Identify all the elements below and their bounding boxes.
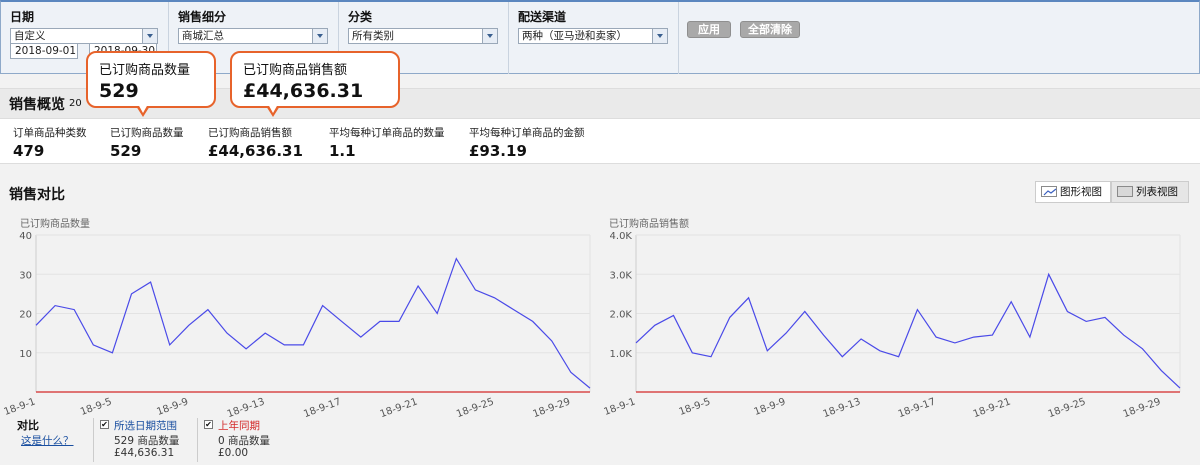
legend-title: 对比 (17, 419, 39, 432)
x-tick-label: 18-9-9 (155, 396, 189, 418)
x-tick-label: 18-9-29 (531, 396, 571, 420)
y-tick-label: 20 (19, 310, 32, 321)
x-tick-label: 18-9-29 (1122, 396, 1162, 420)
y-tick-label: 4.0K (610, 231, 633, 242)
y-tick-label: 1.0K (610, 349, 633, 360)
legend-item-current: ✔ 所选日期范围 529 商品数量 £44,636.31 (93, 418, 196, 462)
x-tick-label: 18-9-17 (302, 396, 342, 420)
x-tick-label: 18-9-1 (3, 396, 37, 418)
y-tick-label: 2.0K (610, 310, 633, 321)
y-tick-label: 3.0K (610, 270, 633, 281)
comparison-charts: 10 20 30 40 18-9-1 18-9-5 18-9-9 18-9-13 18-9-17… (3, 231, 1181, 420)
x-tick-label: 18-9-5 (79, 396, 113, 418)
x-tick-label: 18-9-13 (226, 396, 266, 420)
x-tick-label: 18-9-13 (822, 396, 862, 420)
last-year-checkbox[interactable]: ✔ (204, 420, 213, 429)
legend-units: 0 商品数量 (218, 435, 271, 447)
x-tick-label: 18-9-25 (455, 396, 495, 420)
x-tick-label: 18-9-5 (678, 396, 712, 418)
current-range-checkbox[interactable]: ✔ (100, 420, 109, 429)
x-tick-label: 18-9-9 (753, 396, 787, 418)
x-tick-label: 18-9-17 (897, 396, 937, 420)
legend-sales: £44,636.31 (114, 447, 175, 459)
legend-sales: £0.00 (218, 447, 249, 459)
x-tick-label: 18-9-21 (972, 396, 1012, 420)
y-tick-label: 40 (19, 231, 32, 242)
legend-series-name: 所选日期范围 (114, 420, 177, 432)
x-tick-label: 18-9-25 (1047, 396, 1087, 420)
legend-units: 529 商品数量 (114, 435, 180, 447)
whats-this-link[interactable]: 这是什么？ (21, 433, 74, 448)
legend-item-last-year: ✔ 上年同期 0 商品数量 £0.00 (197, 418, 297, 462)
x-tick-label: 18-9-21 (379, 396, 419, 420)
series-line (35, 257, 591, 389)
legend-series-name: 上年同期 (218, 420, 260, 432)
y-tick-label: 30 (19, 270, 32, 281)
y-tick-label: 10 (19, 349, 32, 360)
x-tick-label: 18-9-1 (603, 396, 637, 418)
series-line (635, 272, 1181, 389)
